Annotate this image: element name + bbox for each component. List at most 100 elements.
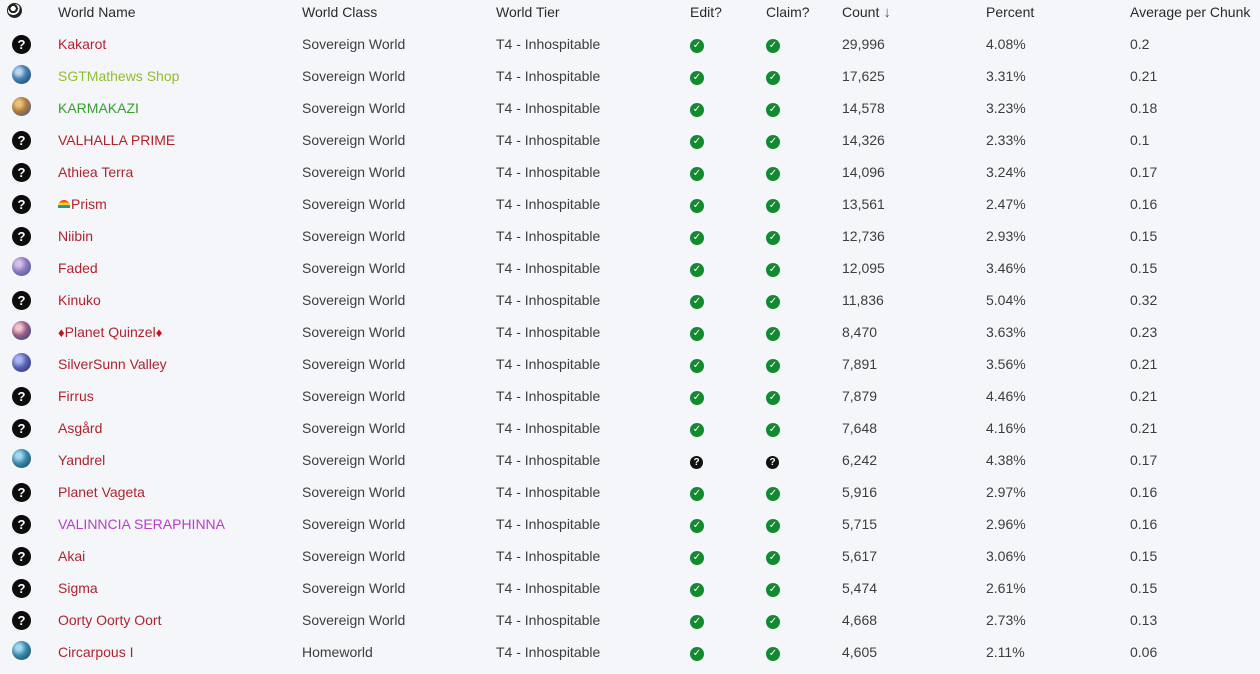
check-circle-icon: ✓ [690, 391, 704, 405]
header-average[interactable]: Average per Chunk [1130, 0, 1260, 24]
percent-cell: 3.63% [986, 324, 1026, 340]
world-name-text: Oorty Oorty Oort [58, 612, 162, 628]
world-name-link[interactable]: Faded [58, 260, 98, 276]
world-name-link[interactable]: Prism [58, 196, 107, 212]
table-row[interactable]: ? Kakarot Sovereign World T4 - Inhospitable… [0, 24, 1260, 60]
world-name-link[interactable]: ♦Planet Quinzel♦ [58, 324, 162, 340]
table-row[interactable]: SilverSunn Valley Sovereign World T4 - Inh… [0, 348, 1260, 380]
world-name-link[interactable]: KARMAKAZI [58, 100, 139, 116]
world-icon-cell: ? [0, 476, 58, 508]
average-cell: 0.17 [1130, 164, 1158, 180]
world-name-link[interactable]: Firrus [58, 388, 94, 404]
percent-cell: 3.56% [986, 356, 1026, 372]
average-cell: 0.15 [1130, 228, 1158, 244]
average-cell: 0.21 [1130, 420, 1158, 436]
world-name-link[interactable]: Oorty Oorty Oort [58, 612, 161, 628]
rainbow-icon [58, 200, 70, 208]
header-edit[interactable]: Edit? [690, 0, 766, 24]
table-row[interactable]: ? Planet Vageta Sovereign World T4 - Inhosp… [0, 476, 1260, 508]
edit-status-cell: ✓ [690, 380, 766, 412]
world-name-link[interactable]: SGTMathews Shop [58, 68, 179, 84]
world-tier-cell: T4 - Inhospitable [496, 68, 601, 84]
world-name-link[interactable]: Planet Vageta [58, 484, 145, 500]
table-row[interactable]: ? Akai Sovereign World T4 - Inhospitable ✓ ✓ 5… [0, 540, 1260, 572]
claim-status-cell: ✓ [766, 540, 842, 572]
table-row[interactable]: ? VALHALLA PRIME Sovereign World T4 - Inhos… [0, 124, 1260, 156]
planet-icon [12, 449, 31, 468]
count-cell: 5,916 [842, 484, 878, 500]
question-icon: ? [12, 130, 31, 150]
claim-status-cell: ✓ [766, 24, 842, 60]
world-icon-cell: ? [0, 24, 58, 60]
table-row[interactable]: ? Niibin Sovereign World T4 - Inhospitable ✓… [0, 220, 1260, 252]
edit-status-cell: ✓ [690, 24, 766, 60]
world-name-link[interactable]: Yandrel [58, 452, 105, 468]
count-cell: 7,891 [842, 356, 878, 372]
count-cell: 7,879 [842, 388, 878, 404]
percent-cell: 5.04% [986, 292, 1026, 308]
table-row[interactable]: ? Oorty Oorty Oort Sovereign World T4 - Inh… [0, 604, 1260, 636]
claim-status-cell: ? [766, 444, 842, 476]
planet-icon [12, 65, 31, 84]
percent-cell: 2.93% [986, 228, 1026, 244]
world-icon-cell: ? [0, 156, 58, 188]
world-class-cell: Sovereign World [302, 228, 406, 244]
edit-status-cell: ✓ [690, 348, 766, 380]
claim-status-cell: ✓ [766, 252, 842, 284]
world-name-link[interactable]: Athiea Terra [58, 164, 133, 180]
world-name-link[interactable]: Kinuko [58, 292, 101, 308]
world-tier-cell: T4 - Inhospitable [496, 612, 601, 628]
header-world-tier[interactable]: World Tier [496, 0, 690, 24]
world-name-link[interactable]: Sigma [58, 580, 98, 596]
header-world-class[interactable]: World Class [302, 0, 496, 24]
edit-status-cell: ✓ [690, 284, 766, 316]
world-icon-cell: ? [0, 572, 58, 604]
table-row[interactable]: ? Asgård Sovereign World T4 - Inhospitable ✓… [0, 412, 1260, 444]
table-row[interactable]: ? Sigma Sovereign World T4 - Inhospitable ✓ ✓… [0, 572, 1260, 604]
world-name-link[interactable]: Niibin [58, 228, 93, 244]
world-name-link[interactable]: Asgård [58, 420, 102, 436]
world-name-link[interactable]: Akai [58, 548, 85, 564]
table-row[interactable]: ? Firrus Sovereign World T4 - Inhospitable ✓… [0, 380, 1260, 412]
header-claim[interactable]: Claim? [766, 0, 842, 24]
percent-cell: 2.73% [986, 612, 1026, 628]
check-circle-icon: ✓ [766, 423, 780, 437]
table-row[interactable]: ♦Planet Quinzel♦ Sovereign World T4 - Inho… [0, 316, 1260, 348]
edit-status-cell: ✓ [690, 156, 766, 188]
count-cell: 12,095 [842, 260, 885, 276]
table-row[interactable]: KARMAKAZI Sovereign World T4 - Inhospitabl… [0, 92, 1260, 124]
world-name-link[interactable]: VALHALLA PRIME [58, 132, 175, 148]
question-icon: ? [12, 34, 31, 54]
world-tier-cell: T4 - Inhospitable [496, 644, 601, 660]
table-row[interactable]: Yandrel Sovereign World T4 - Inhospitable?… [0, 444, 1260, 476]
sort-desc-icon: ↓ [883, 3, 891, 21]
table-row[interactable]: ? Kinuko Sovereign World T4 - Inhospitable ✓… [0, 284, 1260, 316]
check-circle-icon: ✓ [766, 551, 780, 565]
claim-status-cell: ✓ [766, 188, 842, 220]
header-world-name[interactable]: World Name [58, 0, 302, 24]
table-row[interactable]: ? VALINNCIA SERAPHINNA Sovereign World T4 -… [0, 508, 1260, 540]
check-circle-icon: ✓ [766, 327, 780, 341]
percent-cell: 3.23% [986, 100, 1026, 116]
table-row[interactable]: ? Prism Sovereign World T4 - Inhospitable ✓ ✓… [0, 188, 1260, 220]
world-name-text: SGTMathews Shop [58, 68, 180, 84]
world-name-link[interactable]: VALINNCIA SERAPHINNA [58, 516, 225, 532]
header-percent[interactable]: Percent [986, 0, 1130, 24]
table-row[interactable]: SGTMathews Shop Sovereign World T4 - Inhos… [0, 60, 1260, 92]
world-name-cell: Athiea Terra [58, 156, 302, 188]
check-circle-icon: ✓ [690, 199, 704, 213]
header-count[interactable]: Count ↓ [842, 0, 986, 24]
world-name-link[interactable]: Kakarot [58, 36, 106, 52]
planet-icon [12, 353, 31, 372]
table-row[interactable]: Circarpous I Homeworld T4 - Inhospitable ✓ ✓… [0, 636, 1260, 668]
world-name-link[interactable]: Circarpous I [58, 644, 133, 660]
table-row[interactable]: Faded Sovereign World T4 - Inhospitable ✓ ✓ 1… [0, 252, 1260, 284]
table-row[interactable]: ? Athiea Terra Sovereign World T4 - Inhospi… [0, 156, 1260, 188]
world-name-link[interactable]: SilverSunn Valley [58, 356, 167, 372]
header-icon[interactable] [0, 0, 58, 24]
question-icon: ? [12, 610, 31, 630]
world-name-text: Niibin [58, 228, 94, 244]
world-name-cell: VALINNCIA SERAPHINNA [58, 508, 302, 540]
edit-status-cell: ✓ [690, 316, 766, 348]
world-name-text: Akai [58, 548, 86, 564]
